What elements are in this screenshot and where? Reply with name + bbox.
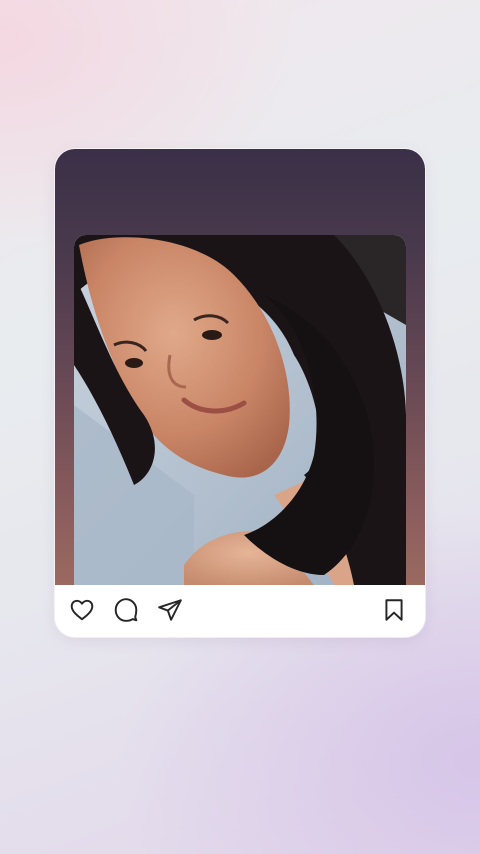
speech-bubble-icon[interactable] xyxy=(113,597,139,623)
post-action-bar xyxy=(55,585,425,637)
heart-icon[interactable] xyxy=(69,597,95,623)
bookmark-icon[interactable] xyxy=(381,597,407,623)
post-photo[interactable] xyxy=(74,235,406,585)
post-card xyxy=(55,149,425,637)
paper-plane-icon[interactable] xyxy=(157,597,183,623)
portrait-photo xyxy=(74,235,406,585)
